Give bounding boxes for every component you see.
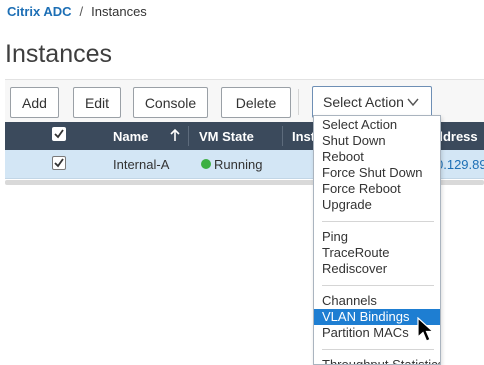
menu-item-select-action[interactable]: Select Action [314, 117, 440, 133]
add-button[interactable]: Add [10, 87, 59, 118]
menu-item-shut-down[interactable]: Shut Down [314, 133, 440, 149]
page-title: Instances [5, 40, 113, 68]
menu-item-channels[interactable]: Channels [314, 293, 440, 309]
menu-item-force-shut-down[interactable]: Force Shut Down [314, 165, 440, 181]
menu-separator [322, 349, 434, 350]
column-separator [282, 126, 283, 146]
console-button[interactable]: Console [133, 87, 208, 118]
checkmark-icon [54, 158, 64, 168]
column-header-ip-address[interactable]: ddress [435, 129, 478, 144]
column-header-vm-state[interactable]: VM State [199, 129, 254, 144]
breadcrumb-root-link[interactable]: Citrix ADC [7, 4, 72, 19]
menu-item-rediscover[interactable]: Rediscover [314, 261, 440, 277]
chevron-down-icon [407, 98, 419, 107]
status-dot-icon [201, 159, 211, 169]
mouse-pointer-icon [417, 317, 435, 342]
menu-separator [322, 285, 434, 286]
select-action-dropdown[interactable]: Select Action [312, 86, 432, 118]
menu-item-throughput-statistics[interactable]: Throughput Statistics [314, 357, 440, 364]
menu-item-ping[interactable]: Ping [314, 229, 440, 245]
row-checkbox[interactable] [52, 156, 66, 170]
instances-page: Citrix ADC / Instances Instances Add Edit … [0, 0, 484, 365]
select-all-checkbox[interactable] [52, 127, 66, 141]
menu-separator [322, 221, 434, 222]
checkmark-icon [54, 129, 64, 139]
delete-button[interactable]: Delete [221, 87, 291, 118]
menu-item-reboot[interactable]: Reboot [314, 149, 440, 165]
menu-item-traceroute[interactable]: TraceRoute [314, 245, 440, 261]
breadcrumb-current: Instances [91, 4, 147, 19]
instance-name-cell: Internal-A [113, 157, 170, 172]
menu-item-upgrade[interactable]: Upgrade [314, 197, 440, 213]
sort-ascending-arrow-icon[interactable] [169, 128, 181, 142]
vm-state-cell: Running [214, 157, 263, 172]
breadcrumb-separator: / [79, 4, 84, 19]
toolbar-divider [298, 89, 299, 115]
edit-button[interactable]: Edit [73, 87, 121, 118]
column-separator [188, 126, 189, 146]
select-action-label: Select Action [323, 94, 404, 110]
breadcrumb: Citrix ADC / Instances [7, 5, 147, 19]
menu-item-force-reboot[interactable]: Force Reboot [314, 181, 440, 197]
column-header-instance[interactable]: Inst [292, 129, 315, 144]
ip-address-link[interactable]: 0.129.89 [436, 157, 484, 172]
column-header-name[interactable]: Name [113, 129, 148, 144]
